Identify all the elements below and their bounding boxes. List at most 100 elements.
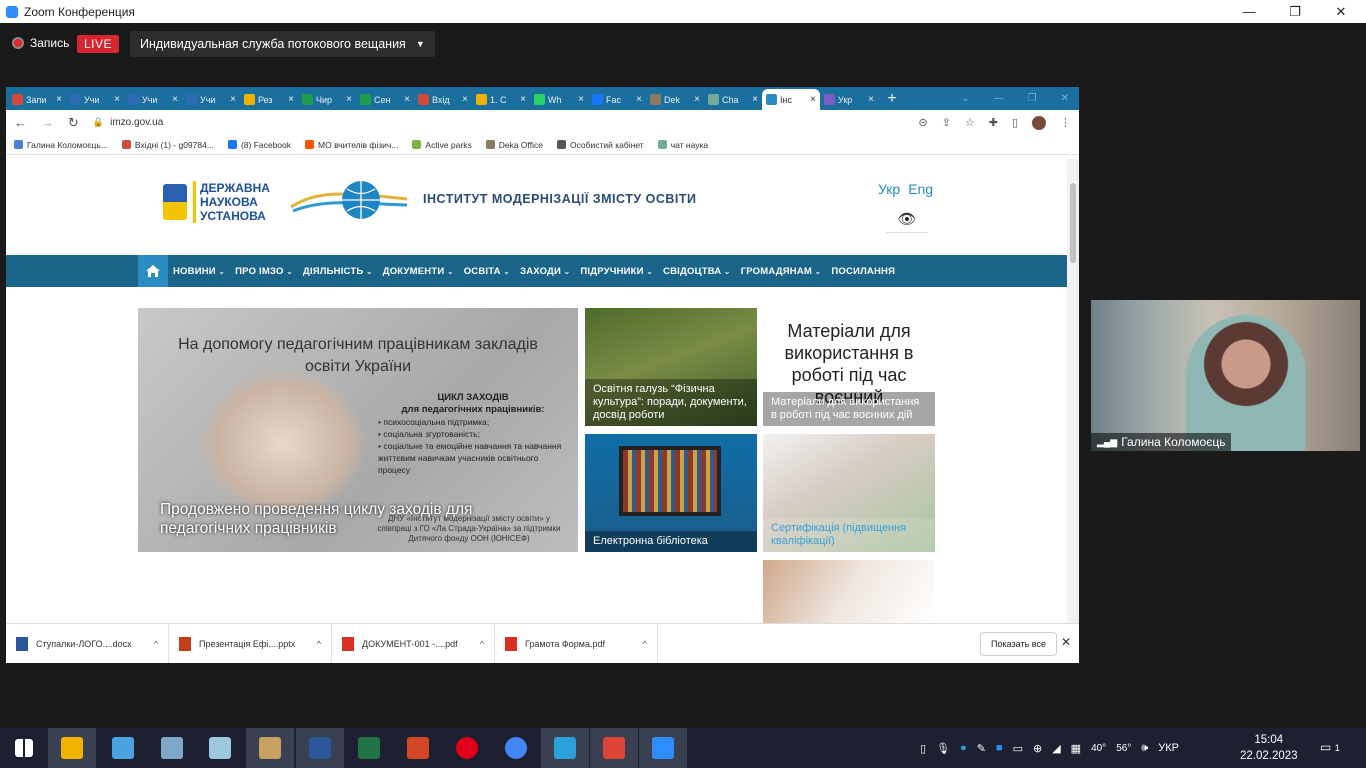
bookmark-item[interactable]: Галина Коломоєць... [14,140,108,150]
restore-button[interactable]: ❐ [1272,0,1318,23]
chevron-up-icon[interactable]: ^ [480,639,484,649]
nav-item[interactable]: СВІДОЦТВА ⌄ [658,266,736,277]
hero-slide[interactable]: На допомогу педагогічним працівникам зак… [138,308,578,552]
tab-close-icon[interactable]: × [520,94,526,105]
tab-close-icon[interactable]: × [230,94,236,105]
chevron-up-icon[interactable]: ^ [317,639,321,649]
browser-tab[interactable]: Учи × [182,89,240,110]
battery-icon[interactable]: ▭ [1013,742,1023,755]
taskbar-app[interactable] [394,728,442,768]
tab-close-icon[interactable]: × [694,94,700,105]
tab-close-icon[interactable]: × [288,94,294,105]
browser-tab[interactable]: Fac × [588,89,646,110]
participant-video[interactable]: ▂▄▆ Галина Коломоєць [1091,300,1360,451]
browser-tab[interactable]: Запи × [8,89,66,110]
tab-close-icon[interactable]: × [636,94,642,105]
language-indicator[interactable]: УКР [1158,742,1179,754]
bookmark-item[interactable]: Active parks [412,140,472,150]
temperature-2[interactable]: 56° [1116,743,1131,754]
tile-materials[interactable]: Матеріали для використання в роботі під … [763,308,935,426]
browser-tab[interactable]: Wh × [530,89,588,110]
browser-tab[interactable]: 1. С × [472,89,530,110]
taskbar-app[interactable] [296,728,344,768]
reload-icon[interactable]: ↻ [68,115,79,131]
nav-item[interactable]: ОСВІТА ⌄ [459,266,515,277]
tab-close-icon[interactable]: × [752,94,758,105]
browser-tab[interactable]: Вхід × [414,89,472,110]
browser-tab[interactable]: Cha × [704,89,762,110]
taskbar-app[interactable] [196,728,244,768]
chevron-up-icon[interactable]: ^ [154,639,158,649]
tab-close-icon[interactable]: × [172,94,178,105]
taskbar-app[interactable] [639,728,687,768]
nav-item[interactable]: ДОКУМЕНТИ ⌄ [378,266,459,277]
chevron-up-icon[interactable]: ^ [643,639,647,649]
zoom-tray-icon[interactable]: ■ [996,742,1003,754]
browser-tab[interactable]: Учи × [66,89,124,110]
accessibility-eye-icon[interactable]: 👁 [886,205,928,233]
forward-icon[interactable]: → [41,115,54,130]
page-scrollbar[interactable] [1067,159,1079,623]
lang-eng-link[interactable]: Eng [908,181,933,197]
download-item[interactable]: Ступалки-ЛОГО....docx ^ [6,623,169,663]
flag-icon[interactable]: ▦ [1071,742,1081,755]
tab-close-icon[interactable]: × [868,94,874,105]
tab-close-icon[interactable]: × [810,94,816,105]
notification-center[interactable]: ▭ 1 [1320,740,1340,754]
state-logo[interactable]: ДЕРЖАВНА НАУКОВА УСТАНОВА [163,181,270,223]
tab-close-icon[interactable]: × [462,94,468,105]
nav-item[interactable]: ПОСИЛАННЯ [826,266,900,277]
nav-item[interactable]: ГРОМАДЯНАМ ⌄ [736,266,827,277]
chevron-down-icon[interactable]: ⌄ [961,93,969,104]
pen-icon[interactable]: ✎ [977,742,986,755]
taskbar-app[interactable] [99,728,147,768]
network-globe-icon[interactable]: ⊕ [1033,742,1042,755]
download-item[interactable]: ДОКУМЕНТ-001 -....pdf ^ [332,623,495,663]
temperature-1[interactable]: 40° [1091,743,1106,754]
wifi-icon[interactable]: ◢ [1052,742,1060,755]
side-panel-icon[interactable]: ▯ [1012,116,1018,129]
telegram-tray-icon[interactable]: ● [960,742,967,754]
nav-item[interactable]: ДІЯЛЬНІСТЬ ⌄ [298,266,378,277]
home-button[interactable] [138,255,168,287]
nav-item[interactable]: ПРО ІМЗО ⌄ [230,266,298,277]
browser-tab[interactable]: Учи × [124,89,182,110]
download-item[interactable]: Презентація Ефі....pptx ^ [169,623,332,663]
bookmark-item[interactable]: (8) Facebook [227,140,291,150]
stream-service-dropdown[interactable]: Индивидуальная служба потокового вещания… [130,31,435,57]
taskbar-app[interactable] [590,728,638,768]
close-button[interactable]: ✕ [1318,0,1364,23]
volume-icon[interactable]: 🕪 [1141,742,1148,755]
bookmark-item[interactable]: МО вчителів фізич... [305,140,398,150]
tile-documents-image[interactable] [763,560,935,623]
bookmark-item[interactable]: Вхідні (1) - g09784... [121,140,214,150]
bookmark-star-icon[interactable]: ☆ [965,116,975,129]
browser-tab[interactable]: Чир × [298,89,356,110]
install-icon[interactable]: ⊝ [918,116,927,129]
taskbar-app[interactable] [541,728,589,768]
browser-tab[interactable]: Dek × [646,89,704,110]
taskbar-app[interactable] [492,728,540,768]
taskbar-app[interactable] [0,728,48,768]
tab-close-icon[interactable]: × [578,94,584,105]
show-all-button[interactable]: Показать все [980,632,1057,656]
browser-tab[interactable]: Укр × [820,89,878,110]
download-item[interactable]: Грамота Форма.pdf ^ [495,623,658,663]
nav-item[interactable]: НОВИНИ ⌄ [168,266,230,277]
minimize-button[interactable]: — [1226,0,1272,23]
new-tab-button[interactable]: + [878,89,906,110]
back-icon[interactable]: ← [14,115,27,130]
tile-physical-culture[interactable]: Освітня галузь “Фізична культура”: порад… [585,308,757,426]
microphone-icon[interactable]: 🎙 [936,742,950,755]
browser-tab[interactable]: Сен × [356,89,414,110]
taskbar-app[interactable] [443,728,491,768]
profile-avatar[interactable] [1032,115,1046,130]
close-downloads-icon[interactable]: ✕ [1061,635,1071,649]
scrollbar-thumb[interactable] [1070,183,1076,263]
bookmark-item[interactable]: чат наука [657,140,708,150]
taskbar-app[interactable] [48,728,96,768]
nav-item[interactable]: ЗАХОДИ ⌄ [515,266,575,277]
maximize-icon[interactable]: ❐ [1028,93,1037,104]
tile-library[interactable]: Електронна бібліотека [585,434,757,552]
tab-close-icon[interactable]: × [346,94,352,105]
